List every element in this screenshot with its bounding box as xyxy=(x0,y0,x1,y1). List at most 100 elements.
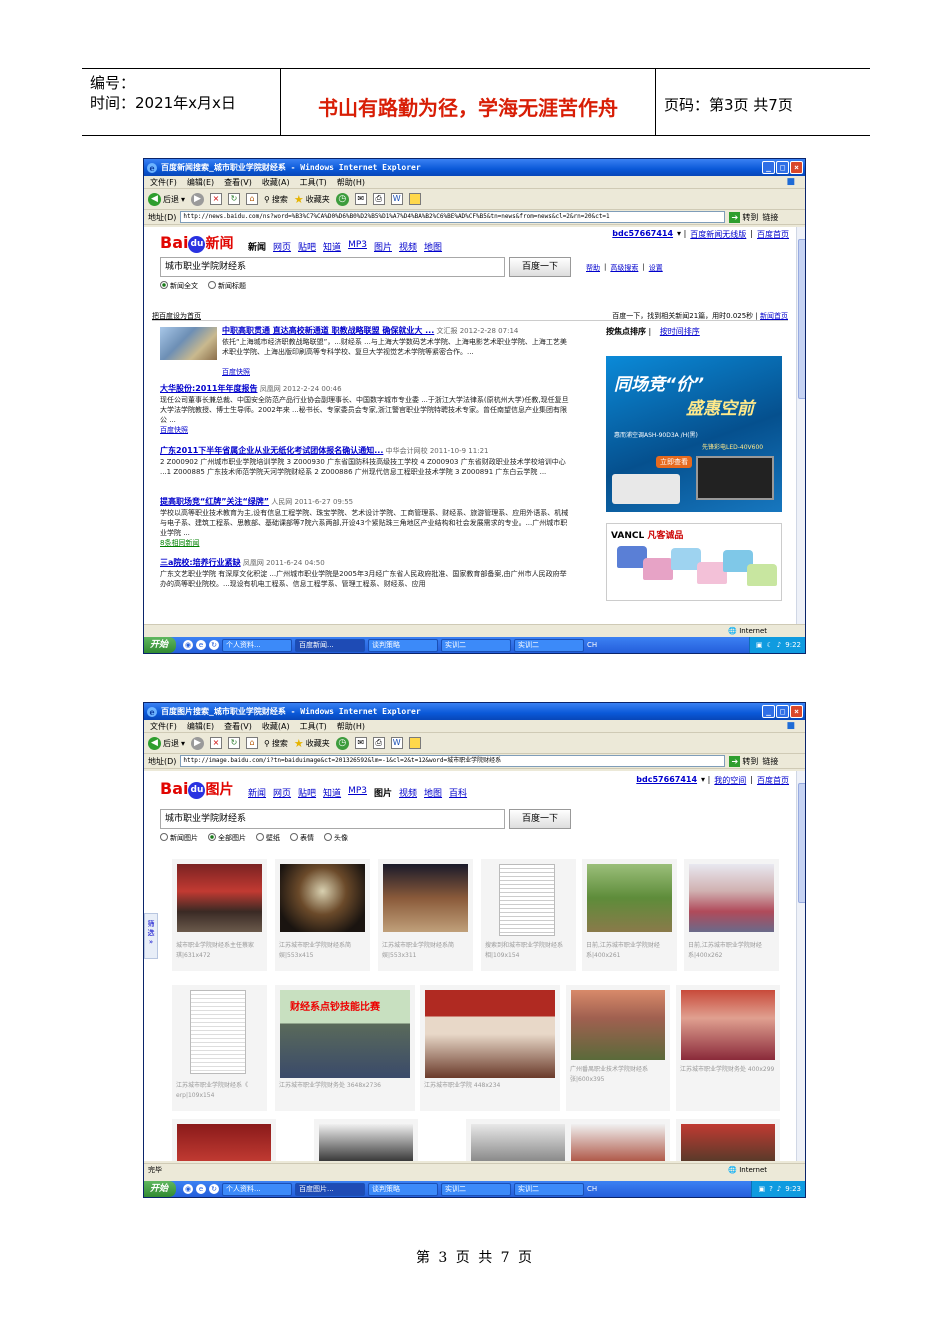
image-result[interactable]: 搜索到和城市职业学院财经系相|109x154 xyxy=(481,859,576,971)
favorites-button[interactable]: ★ 收藏夹 xyxy=(294,193,330,206)
radio-avatar[interactable]: 头像 xyxy=(324,833,348,843)
result-title[interactable]: 三a院校:培养行业紧缺 xyxy=(160,558,241,567)
taskbar-item[interactable]: 谈判策略 xyxy=(368,638,439,652)
menu-tools[interactable]: 工具(T) xyxy=(300,177,327,188)
image-result[interactable]: 江苏城市职业学院财务处 400x299 xyxy=(676,985,780,1111)
scroll-thumb[interactable] xyxy=(798,239,805,399)
title-bar[interactable]: e 百度图片搜索_城市职业学院财经系 - Windows Internet Ex… xyxy=(144,703,805,720)
radio-title[interactable]: 新闻标题 xyxy=(208,281,246,291)
minimize-button[interactable]: _ xyxy=(762,161,775,174)
image-result[interactable]: 城市职业学院财经系主任蔡家琪|631x472 xyxy=(172,859,267,971)
taskbar-item[interactable]: 个人资料... xyxy=(222,1182,293,1196)
image-result[interactable]: 广州番禺职业技术学院财经系张|600x395 xyxy=(566,985,670,1111)
image-result[interactable]: 江苏城市职业学院 448x234 xyxy=(420,985,560,1111)
menu-help[interactable]: 帮助(H) xyxy=(337,177,365,188)
radio-fulltext[interactable]: 新闻全文 xyxy=(160,281,198,291)
word-icon[interactable]: W xyxy=(390,737,403,749)
image-result[interactable]: 日前,江苏城市职业学院财经系|400x262 xyxy=(684,859,779,971)
menu-tools[interactable]: 工具(T) xyxy=(300,721,327,732)
nav-images[interactable]: 图片 xyxy=(374,240,392,253)
clock[interactable]: 9:22 xyxy=(785,641,801,649)
minimize-button[interactable]: _ xyxy=(762,705,775,718)
title-bar[interactable]: e 百度新闻搜索_城市职业学院财经系 - Windows Internet Ex… xyxy=(144,159,805,176)
quicklaunch-icon[interactable]: ↻ xyxy=(209,640,220,650)
print-icon[interactable]: ⎙ xyxy=(372,737,385,749)
result-title[interactable]: 提高职场竞“红牌”关注“绿牌” xyxy=(160,497,269,506)
search-button[interactable]: ⚲ 搜索 xyxy=(264,738,288,749)
volume-icon[interactable]: ♪ xyxy=(777,641,781,649)
image-result[interactable] xyxy=(466,1119,570,1161)
tray-icon[interactable]: ▣ xyxy=(756,641,763,649)
help-link[interactable]: 帮助 xyxy=(586,263,600,273)
ad-banner-appliance[interactable]: 同场竞“价” 盛惠空前 惠而浦空调ASH-90D3A /H(黑) 先锋彩电LED… xyxy=(606,356,782,512)
taskbar-item[interactable]: 实训二 xyxy=(441,638,512,652)
nav-web[interactable]: 网页 xyxy=(273,240,291,253)
settings-link[interactable]: 设置 xyxy=(649,263,663,273)
taskbar-item[interactable]: 百度图片... xyxy=(295,1182,366,1196)
scroll-thumb[interactable] xyxy=(798,783,805,903)
nav-video[interactable]: 视频 xyxy=(399,786,417,799)
address-input[interactable]: http://image.baidu.com/i?tn=baiduimage&c… xyxy=(180,755,726,767)
close-button[interactable]: × xyxy=(790,705,803,718)
ad-banner-vancl[interactable]: VANCL 凡客诚品 xyxy=(606,523,782,601)
quicklaunch-icon[interactable]: e xyxy=(196,640,207,650)
mail-icon[interactable]: ✉ xyxy=(354,193,367,205)
folder-icon[interactable] xyxy=(408,737,421,749)
back-button[interactable]: ◀ 后退 ▾ xyxy=(148,736,185,750)
home-icon[interactable]: ⌂ xyxy=(246,737,259,749)
baidu-home-link[interactable]: 百度首页 xyxy=(757,775,789,786)
nav-tieba[interactable]: 贴吧 xyxy=(298,240,316,253)
menu-view[interactable]: 查看(V) xyxy=(224,177,252,188)
stop-icon[interactable]: × xyxy=(210,737,223,749)
nav-news[interactable]: 新闻 xyxy=(248,786,266,799)
news-home-link[interactable]: 新闻首页 xyxy=(760,312,788,320)
menu-favorites[interactable]: 收藏(A) xyxy=(262,177,290,188)
search-input[interactable]: 城市职业学院财经系 xyxy=(160,257,505,277)
nav-mp3[interactable]: MP3 xyxy=(348,786,367,799)
nav-map[interactable]: 地图 xyxy=(424,240,442,253)
clock[interactable]: 9:23 xyxy=(785,1185,801,1193)
print-icon[interactable]: ⎙ xyxy=(372,193,385,205)
image-result[interactable] xyxy=(566,1119,670,1161)
related-news-link[interactable]: 8条相同新闻 xyxy=(160,539,199,547)
menu-view[interactable]: 查看(V) xyxy=(224,721,252,732)
tray-icon[interactable]: ? xyxy=(769,1185,773,1193)
stop-icon[interactable]: × xyxy=(210,193,223,205)
tray-icon[interactable]: ☾ xyxy=(767,641,773,649)
forward-button[interactable]: ▶ xyxy=(191,736,205,750)
word-icon[interactable]: W xyxy=(390,193,403,205)
taskbar-item[interactable]: 实训二 xyxy=(441,1182,512,1196)
nav-zhidao[interactable]: 知道 xyxy=(323,240,341,253)
radio-news-images[interactable]: 新闻图片 xyxy=(160,833,198,843)
tray-icon[interactable]: ▣ xyxy=(758,1185,765,1193)
filter-tab[interactable]: 筛选» xyxy=(144,913,158,959)
taskbar-item[interactable]: 实训二 xyxy=(514,638,585,652)
nav-map[interactable]: 地图 xyxy=(424,786,442,799)
result-thumbnail[interactable] xyxy=(160,327,217,360)
nav-tieba[interactable]: 贴吧 xyxy=(298,786,316,799)
image-result[interactable]: 江苏城市职业学院财经系简娱|553x415 xyxy=(275,859,370,971)
taskbar-item[interactable]: 实训二 xyxy=(514,1182,585,1196)
taskbar-item[interactable]: 谈判策略 xyxy=(368,1182,439,1196)
sort-time-link[interactable]: 按时间排序 xyxy=(660,327,700,336)
baidu-home-link[interactable]: 百度首页 xyxy=(757,229,789,240)
history-icon[interactable]: ◷ xyxy=(335,736,349,750)
maximize-button[interactable]: □ xyxy=(776,161,789,174)
search-input[interactable]: 城市职业学院财经系 xyxy=(160,809,505,829)
search-submit-button[interactable]: 百度一下 xyxy=(509,809,571,829)
maximize-button[interactable]: □ xyxy=(776,705,789,718)
vertical-scrollbar[interactable] xyxy=(796,227,805,624)
result-title[interactable]: 广东2011下半年省属企业从业无纸化考试团体报名确认通知... xyxy=(160,446,383,455)
search-submit-button[interactable]: 百度一下 xyxy=(509,257,571,277)
image-result[interactable]: 日前,江苏城市职业学院财经系|400x261 xyxy=(582,859,677,971)
menu-file[interactable]: 文件(F) xyxy=(150,721,177,732)
taskbar-item[interactable]: 百度新闻... xyxy=(295,638,366,652)
links-label[interactable]: 链接 xyxy=(762,756,778,767)
quicklaunch-icon[interactable]: ↻ xyxy=(209,1184,220,1194)
image-result[interactable]: 财经系点钞技能比赛 江苏城市职业学院财务处 3648x2736 xyxy=(275,985,415,1111)
my-space-link[interactable]: 我的空间 xyxy=(714,775,746,786)
quicklaunch-icon[interactable]: ◉ xyxy=(183,1184,194,1194)
start-button[interactable]: 开始 xyxy=(144,1181,177,1197)
nav-baike[interactable]: 百科 xyxy=(449,786,467,799)
radio-wallpaper[interactable]: 壁纸 xyxy=(256,833,280,843)
